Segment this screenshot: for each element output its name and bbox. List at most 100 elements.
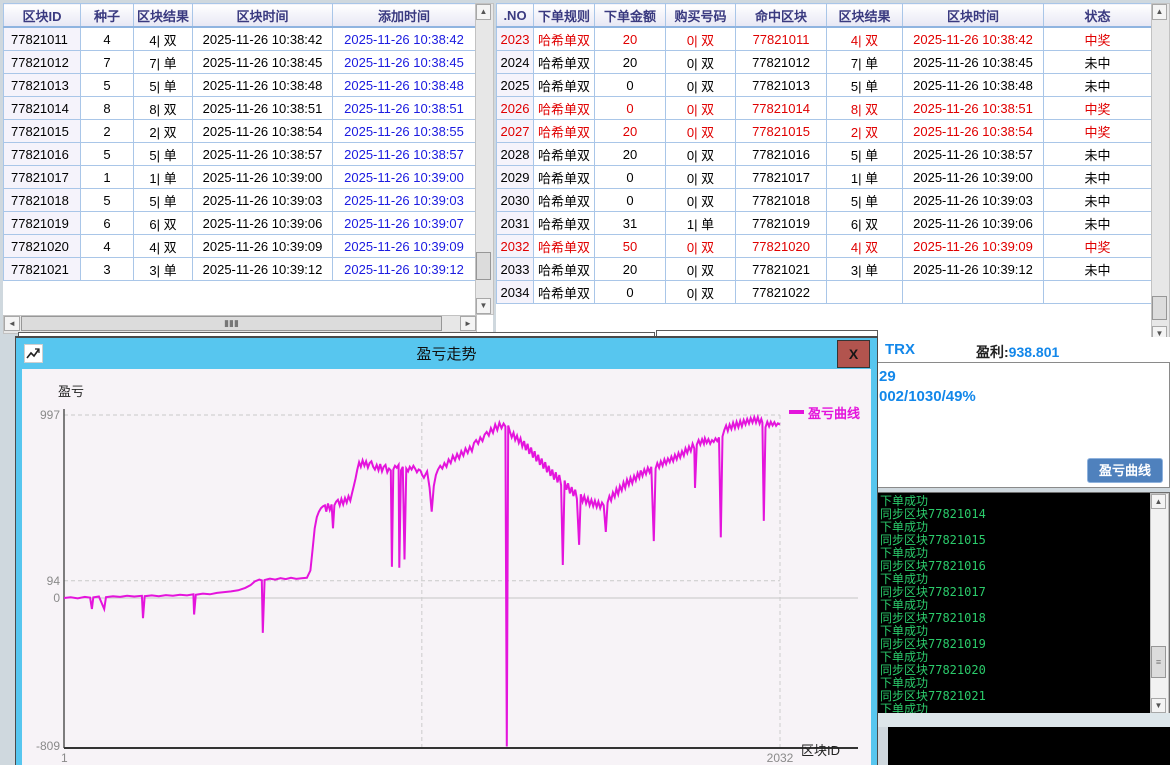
scroll-thumb[interactable] (1152, 296, 1167, 320)
order-row[interactable]: 2030哈希单双00| 双778210185| 单2025-11-26 10:3… (497, 189, 1152, 212)
column-header[interactable]: 区块时间 (193, 4, 333, 28)
orders-vscrollbar[interactable]: ▲ ▼ (1151, 3, 1170, 343)
order-row[interactable]: 2034哈希单双00| 双77821022 (497, 281, 1152, 304)
scroll-thumb[interactable] (476, 252, 491, 280)
order-row[interactable]: 2027哈希单双200| 双778210152| 双2025-11-26 10:… (497, 120, 1152, 143)
cell: 2025-11-26 10:39:09 (193, 235, 333, 258)
blocks-vscrollbar[interactable]: ▲ ▼ (475, 3, 494, 315)
cell: 2| 双 (134, 120, 193, 143)
cell: 0| 双 (666, 74, 736, 97)
column-header[interactable]: 区块结果 (134, 4, 193, 28)
scroll-down-icon[interactable]: ▼ (476, 298, 491, 314)
column-header[interactable]: 购买号码 (666, 4, 736, 28)
column-header[interactable]: 命中区块 (736, 4, 827, 28)
blocks-table: 区块ID种子区块结果区块时间添加时间 7782101144| 双2025-11-… (3, 3, 476, 281)
cell: 77821018 (736, 189, 827, 212)
order-row[interactable]: 2032哈希单双500| 双778210204| 双2025-11-26 10:… (497, 235, 1152, 258)
cell: 5| 单 (134, 74, 193, 97)
cell: 50 (595, 235, 666, 258)
block-row[interactable]: 7782101655| 单2025-11-26 10:38:572025-11-… (4, 143, 476, 166)
scroll-up-icon[interactable]: ▲ (1152, 4, 1167, 20)
column-header[interactable]: 状态 (1044, 4, 1152, 28)
profit-line-plot (22, 369, 871, 765)
cell: 77821014 (736, 97, 827, 120)
block-row[interactable]: 7782101522| 双2025-11-26 10:38:542025-11-… (4, 120, 476, 143)
cell: 2 (81, 120, 134, 143)
cell: 2025-11-26 10:39:12 (193, 258, 333, 281)
block-row[interactable]: 7782101966| 双2025-11-26 10:39:062025-11-… (4, 212, 476, 235)
block-row[interactable]: 7782101711| 单2025-11-26 10:39:002025-11-… (4, 166, 476, 189)
order-row[interactable]: 2026哈希单双00| 双778210148| 双2025-11-26 10:3… (497, 97, 1152, 120)
log-terminal[interactable]: 下单成功同步区块77821014下单成功同步区块77821015下单成功同步区块… (877, 492, 1170, 715)
cell: 0 (595, 189, 666, 212)
profit-curve-button[interactable]: 盈亏曲线 (1087, 458, 1163, 483)
column-header[interactable]: 区块时间 (903, 4, 1044, 28)
cell: 7 (81, 51, 134, 74)
y-tick: 997 (26, 408, 60, 422)
scroll-up-icon[interactable]: ▲ (1151, 494, 1166, 509)
cell: 哈希单双 (534, 74, 595, 97)
y-tick: 94 (26, 574, 60, 588)
cell: 未中 (1044, 51, 1152, 74)
cell: 未中 (1044, 212, 1152, 235)
cell: 5| 单 (827, 143, 903, 166)
cell: 77821019 (4, 212, 81, 235)
cell: 哈希单双 (534, 281, 595, 304)
column-header[interactable]: 下单规则 (534, 4, 595, 28)
cell: 2025-11-26 10:39:06 (193, 212, 333, 235)
orders-table: .NO下单规则下单金额购买号码命中区块区块结果区块时间状态 2023哈希单双20… (496, 3, 1152, 304)
column-header[interactable]: 区块结果 (827, 4, 903, 28)
order-row[interactable]: 2025哈希单双00| 双778210135| 单2025-11-26 10:3… (497, 74, 1152, 97)
order-row[interactable]: 2023哈希单双200| 双778210114| 双2025-11-26 10:… (497, 27, 1152, 51)
profit-value: 938.801 (1009, 344, 1060, 360)
cell: 0 (595, 166, 666, 189)
block-row[interactable]: 7782101144| 双2025-11-26 10:38:422025-11-… (4, 27, 476, 51)
order-row[interactable]: 2029哈希单双00| 双778210171| 单2025-11-26 10:3… (497, 166, 1152, 189)
cell: 哈希单双 (534, 51, 595, 74)
terminal-vscrollbar[interactable]: ▲ ≡ ▼ (1150, 493, 1169, 714)
order-row[interactable]: 2028哈希单双200| 双778210165| 单2025-11-26 10:… (497, 143, 1152, 166)
window-titlebar[interactable]: 盈亏走势 X (16, 338, 877, 369)
cell: 1 (81, 166, 134, 189)
cell: 2025-11-26 10:38:57 (903, 143, 1044, 166)
column-header[interactable]: .NO (497, 4, 534, 28)
scroll-thumb[interactable]: ▮▮▮ (21, 316, 442, 331)
legend-label: 盈亏曲线 (808, 403, 860, 422)
cell: 4| 双 (134, 235, 193, 258)
block-row[interactable]: 7782101277| 单2025-11-26 10:38:452025-11-… (4, 51, 476, 74)
cell: 77821020 (736, 235, 827, 258)
block-row[interactable]: 7782101488| 双2025-11-26 10:38:512025-11-… (4, 97, 476, 120)
scroll-left-icon[interactable]: ◄ (4, 316, 20, 331)
cell: 4| 双 (827, 27, 903, 51)
scroll-right-icon[interactable]: ► (460, 316, 476, 331)
cell: 2025-11-26 10:39:12 (903, 258, 1044, 281)
column-header[interactable]: 种子 (81, 4, 134, 28)
column-header[interactable]: 下单金额 (595, 4, 666, 28)
order-row[interactable]: 2031哈希单双311| 单778210196| 双2025-11-26 10:… (497, 212, 1152, 235)
close-button[interactable]: X (837, 340, 870, 368)
cell: 中奖 (1044, 235, 1152, 258)
block-row[interactable]: 7782101855| 单2025-11-26 10:39:032025-11-… (4, 189, 476, 212)
block-row[interactable]: 7782102133| 单2025-11-26 10:39:122025-11-… (4, 258, 476, 281)
cell: 哈希单双 (534, 120, 595, 143)
scroll-down-icon[interactable]: ▼ (1151, 698, 1166, 713)
column-header[interactable]: 添加时间 (333, 4, 476, 28)
block-row[interactable]: 7782102044| 双2025-11-26 10:39:092025-11-… (4, 235, 476, 258)
order-row[interactable]: 2024哈希单双200| 双778210127| 单2025-11-26 10:… (497, 51, 1152, 74)
scroll-thumb[interactable]: ≡ (1151, 646, 1166, 678)
column-header[interactable]: 区块ID (4, 4, 81, 28)
cell: 0| 双 (666, 27, 736, 51)
cell: 0| 双 (666, 166, 736, 189)
cell: 77821021 (4, 258, 81, 281)
cell (1044, 281, 1152, 304)
scroll-up-icon[interactable]: ▲ (476, 4, 491, 20)
cell: 2025-11-26 10:38:57 (333, 143, 476, 166)
cell: 中奖 (1044, 97, 1152, 120)
cell: 0| 双 (666, 235, 736, 258)
cell: 未中 (1044, 166, 1152, 189)
cell: 0| 双 (666, 143, 736, 166)
cell: 2025-11-26 10:38:54 (193, 120, 333, 143)
profit-chart-window: 盈亏走势 X 盈亏 997940-809 12032 盈亏曲线 区块ID (15, 336, 878, 765)
order-row[interactable]: 2033哈希单双200| 双778210213| 单2025-11-26 10:… (497, 258, 1152, 281)
block-row[interactable]: 7782101355| 单2025-11-26 10:38:482025-11-… (4, 74, 476, 97)
